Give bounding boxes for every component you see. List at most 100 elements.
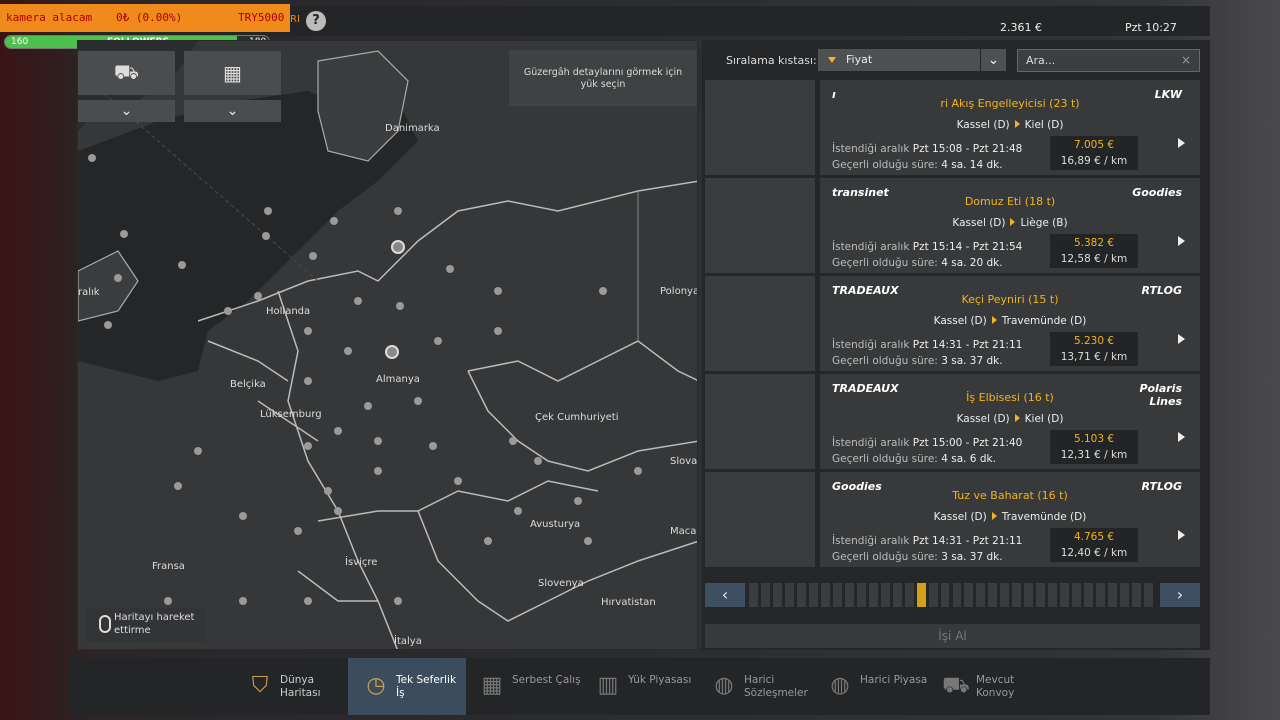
map-city-dot[interactable] bbox=[429, 442, 437, 450]
page-indicator[interactable] bbox=[1048, 583, 1058, 607]
next-page-button[interactable]: › bbox=[1160, 583, 1200, 607]
page-indicator[interactable] bbox=[1024, 583, 1034, 607]
play-arrow-icon[interactable] bbox=[1178, 138, 1185, 148]
map-city-dot[interactable] bbox=[304, 442, 312, 450]
play-arrow-icon[interactable] bbox=[1178, 236, 1185, 246]
map-city-dot[interactable] bbox=[334, 507, 342, 515]
map-city-dot[interactable] bbox=[494, 327, 502, 335]
map-city-dot[interactable] bbox=[120, 230, 128, 238]
page-indicator[interactable] bbox=[1072, 583, 1082, 607]
page-indicator[interactable] bbox=[892, 583, 902, 607]
map-city-marker[interactable] bbox=[391, 240, 405, 254]
nav-item[interactable]: ◷ Tek Seferlik İş bbox=[348, 658, 466, 715]
map-city-dot[interactable] bbox=[264, 207, 272, 215]
map-city-dot[interactable] bbox=[584, 537, 592, 545]
map-city-dot[interactable] bbox=[509, 437, 517, 445]
truck-filter-button[interactable]: ⛟ bbox=[78, 51, 175, 95]
search-input[interactable]: Ara... × bbox=[1017, 49, 1200, 72]
help-button[interactable]: ? bbox=[306, 11, 326, 31]
map-city-dot[interactable] bbox=[394, 207, 402, 215]
nav-item[interactable]: ▦ Serbest Çalış bbox=[464, 658, 582, 715]
page-indicator[interactable] bbox=[940, 583, 950, 607]
map-city-dot[interactable] bbox=[224, 307, 232, 315]
page-indicator[interactable] bbox=[749, 583, 758, 607]
nav-item[interactable]: ⛟ Mevcut Konvoy bbox=[928, 658, 1046, 715]
page-indicator[interactable] bbox=[772, 583, 782, 607]
map-city-dot[interactable] bbox=[484, 537, 492, 545]
map-city-dot[interactable] bbox=[194, 447, 202, 455]
page-indicator[interactable] bbox=[952, 583, 962, 607]
page-indicator[interactable] bbox=[832, 583, 842, 607]
nav-item[interactable]: ◍ Harici Piyasa bbox=[812, 658, 930, 715]
map-city-dot[interactable] bbox=[374, 467, 382, 475]
map-city-dot[interactable] bbox=[330, 217, 338, 225]
map-city-dot[interactable] bbox=[454, 477, 462, 485]
job-card[interactable]: ı LKW ri Akış Engelleyicisi (23 t) Kassel (… bbox=[820, 80, 1200, 175]
page-indicator[interactable] bbox=[964, 583, 974, 607]
map-city-dot[interactable] bbox=[104, 321, 112, 329]
map-city-dot[interactable] bbox=[354, 297, 362, 305]
job-list-item[interactable]: ı LKW ri Akış Engelleyicisi (23 t) Kassel (… bbox=[705, 80, 1200, 175]
page-indicator[interactable] bbox=[808, 583, 818, 607]
accept-job-button[interactable]: İşi Al bbox=[705, 624, 1200, 648]
map-city-dot[interactable] bbox=[574, 497, 582, 505]
map-city-dot[interactable] bbox=[394, 597, 402, 605]
nav-item[interactable]: ▥ Yük Piyasası bbox=[580, 658, 698, 715]
job-list-item[interactable]: transinet Goodies Domuz Eti (18 t) Kassel (… bbox=[705, 178, 1200, 273]
map-city-dot[interactable] bbox=[254, 292, 262, 300]
job-card[interactable]: Goodies RTLOG Tuz ve Baharat (16 t) Kassel … bbox=[820, 472, 1200, 567]
job-list-item[interactable]: TRADEAUX Polaris Lines İş Elbisesi (16 t) K… bbox=[705, 374, 1200, 469]
sort-dropdown-button[interactable]: ⌄ bbox=[981, 49, 1006, 71]
page-indicator[interactable] bbox=[820, 583, 830, 607]
map-city-dot[interactable] bbox=[294, 527, 302, 535]
page-indicator[interactable] bbox=[1012, 583, 1022, 607]
map-city-dot[interactable] bbox=[324, 487, 332, 495]
page-indicator[interactable] bbox=[1000, 583, 1010, 607]
map-city-dot[interactable] bbox=[304, 377, 312, 385]
page-indicator[interactable] bbox=[1084, 583, 1094, 607]
page-indicator[interactable] bbox=[976, 583, 986, 607]
page-indicator[interactable] bbox=[1144, 583, 1153, 607]
map-city-dot[interactable] bbox=[164, 597, 172, 605]
map-city-dot[interactable] bbox=[304, 597, 312, 605]
prev-page-button[interactable]: ‹ bbox=[705, 583, 745, 607]
nav-item[interactable]: ◍ Harici Sözleşmeler bbox=[696, 658, 814, 715]
play-arrow-icon[interactable] bbox=[1178, 432, 1185, 442]
job-card[interactable]: transinet Goodies Domuz Eti (18 t) Kassel (… bbox=[820, 178, 1200, 273]
page-indicator[interactable] bbox=[1120, 583, 1130, 607]
nav-item[interactable]: ⛉ Dünya Haritası bbox=[232, 658, 350, 715]
map-city-dot[interactable] bbox=[364, 402, 372, 410]
map-city-dot[interactable] bbox=[514, 507, 522, 515]
clear-search-icon[interactable]: × bbox=[1181, 53, 1191, 67]
page-indicator[interactable] bbox=[1036, 583, 1046, 607]
page-indicator[interactable] bbox=[904, 583, 914, 607]
map-city-dot[interactable] bbox=[262, 232, 270, 240]
page-indicator[interactable] bbox=[844, 583, 854, 607]
page-indicator[interactable] bbox=[880, 583, 890, 607]
map-city-dot[interactable] bbox=[334, 427, 342, 435]
map-city-dot[interactable] bbox=[309, 252, 317, 260]
page-indicator[interactable] bbox=[856, 583, 866, 607]
map-city-dot[interactable] bbox=[414, 397, 422, 405]
page-indicator[interactable] bbox=[928, 583, 938, 607]
map-city-dot[interactable] bbox=[396, 302, 404, 310]
page-indicator[interactable] bbox=[1096, 583, 1106, 607]
map-city-marker-kassel[interactable] bbox=[385, 345, 399, 359]
map-city-dot[interactable] bbox=[534, 457, 542, 465]
sort-select[interactable]: Fiyat bbox=[818, 49, 980, 71]
map-city-dot[interactable] bbox=[434, 337, 442, 345]
map-city-dot[interactable] bbox=[178, 261, 186, 269]
job-card[interactable]: TRADEAUX Polaris Lines İş Elbisesi (16 t) K… bbox=[820, 374, 1200, 469]
page-indicator[interactable] bbox=[988, 583, 998, 607]
map-city-dot[interactable] bbox=[634, 467, 642, 475]
map-city-dot[interactable] bbox=[374, 437, 382, 445]
page-indicator[interactable] bbox=[760, 583, 770, 607]
page-indicator[interactable] bbox=[1060, 583, 1070, 607]
map-city-dot[interactable] bbox=[344, 347, 352, 355]
map-city-dot[interactable] bbox=[239, 512, 247, 520]
cargo-filter-dropdown[interactable]: ⌄ bbox=[184, 100, 281, 122]
map-city-dot[interactable] bbox=[114, 274, 122, 282]
world-map[interactable]: ⛟ ▦ ⌄ ⌄ Güzergâh detaylarını görmek için… bbox=[77, 40, 698, 650]
map-city-dot[interactable] bbox=[599, 287, 607, 295]
page-indicator[interactable] bbox=[1132, 583, 1142, 607]
